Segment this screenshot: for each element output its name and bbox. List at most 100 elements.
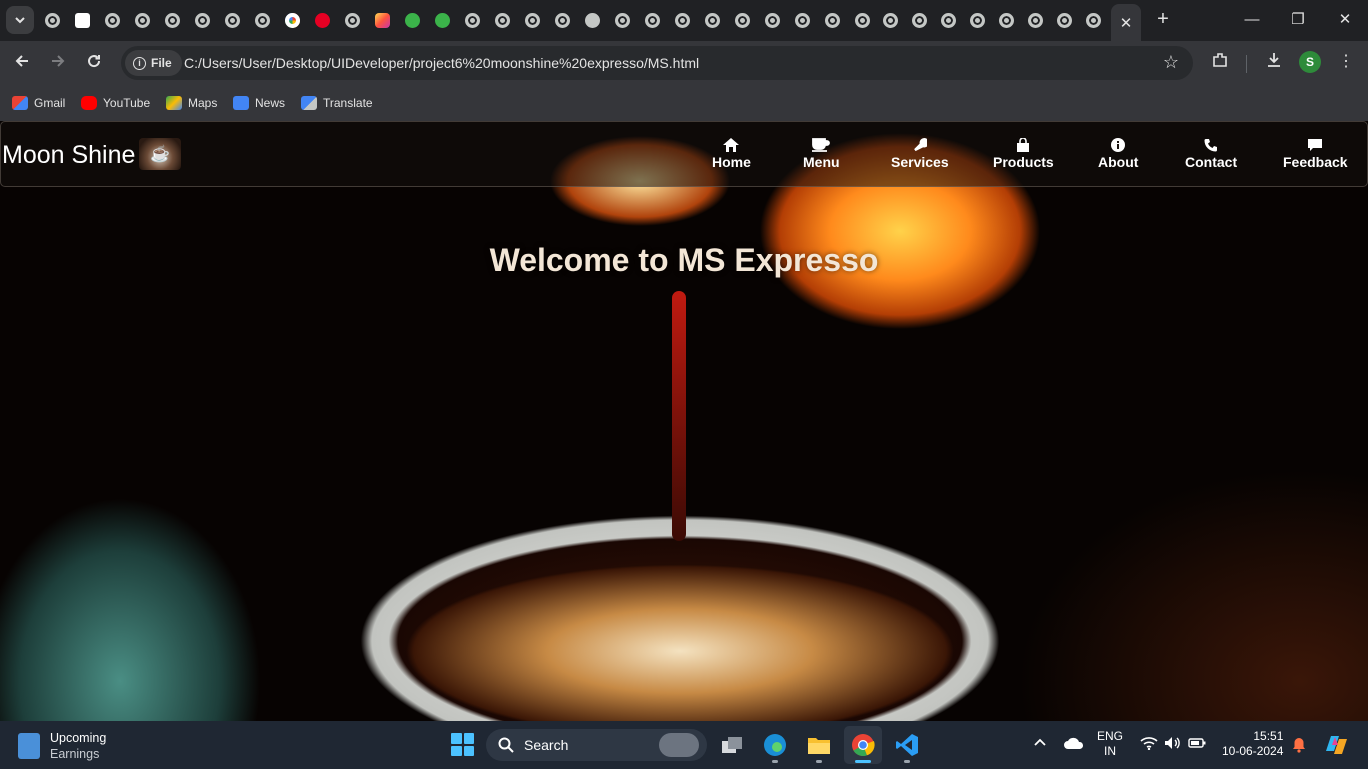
- reload-button[interactable]: [81, 50, 107, 76]
- tab[interactable]: [729, 8, 755, 32]
- clock[interactable]: 15:51 10-06-2024: [1222, 729, 1283, 759]
- edge-icon[interactable]: [756, 726, 794, 764]
- wifi-icon[interactable]: [1140, 736, 1158, 754]
- site-brand[interactable]: Moon Shine: [2, 141, 135, 170]
- site-info-chip[interactable]: i File: [125, 50, 182, 76]
- tab[interactable]: [964, 8, 990, 32]
- bookmark-youtube[interactable]: YouTube: [81, 93, 150, 113]
- tab[interactable]: [399, 8, 425, 32]
- tab[interactable]: [129, 8, 155, 32]
- taskbar-search[interactable]: Search: [486, 729, 707, 761]
- tab[interactable]: [249, 8, 275, 32]
- tab[interactable]: [877, 8, 903, 32]
- new-tab-button[interactable]: +: [1152, 8, 1174, 30]
- minimize-button[interactable]: —: [1237, 8, 1267, 32]
- tab-close-icon[interactable]: ✕: [1120, 14, 1133, 32]
- tab[interactable]: [189, 8, 215, 32]
- tab[interactable]: [489, 8, 515, 32]
- kebab-menu-icon[interactable]: ⋮: [1334, 51, 1358, 71]
- address-bar[interactable]: i File C:/Users/User/Desktop/UIDeveloper…: [121, 46, 1193, 80]
- nav-home[interactable]: Home: [712, 138, 751, 170]
- tab[interactable]: [579, 8, 605, 32]
- close-window-button[interactable]: ✕: [1330, 8, 1360, 32]
- onedrive-cloud-icon[interactable]: [1064, 737, 1084, 753]
- tab[interactable]: [639, 8, 665, 32]
- globe-icon: [254, 12, 270, 28]
- bookmark-maps[interactable]: Maps: [166, 93, 217, 113]
- tab[interactable]: [789, 8, 815, 32]
- tab[interactable]: [906, 8, 932, 32]
- bookmarks-bar: Gmail YouTube Maps News Translate: [0, 85, 1368, 121]
- reload-icon: [88, 55, 101, 68]
- green-app-icon: [404, 12, 420, 28]
- back-button[interactable]: [9, 50, 35, 76]
- chrome-icon[interactable]: [844, 726, 882, 764]
- tab-search-button[interactable]: [6, 6, 34, 34]
- chatgpt-icon: [74, 12, 90, 28]
- tab[interactable]: [159, 8, 185, 32]
- bookmark-gmail[interactable]: Gmail: [12, 93, 65, 113]
- tab[interactable]: [309, 8, 335, 32]
- language-code: ENG: [1097, 729, 1124, 743]
- tab[interactable]: [1022, 8, 1048, 32]
- nav-contact[interactable]: Contact: [1185, 138, 1237, 170]
- tab[interactable]: [369, 8, 395, 32]
- tab[interactable]: [549, 8, 575, 32]
- globe-icon: [494, 12, 510, 28]
- bookmark-translate[interactable]: Translate: [301, 93, 373, 113]
- tab[interactable]: [279, 8, 305, 32]
- tab[interactable]: [1051, 8, 1077, 32]
- download-icon[interactable]: [1262, 51, 1286, 74]
- green-app-icon: [434, 12, 450, 28]
- tab[interactable]: [669, 8, 695, 32]
- vscode-icon[interactable]: [888, 726, 926, 764]
- tab[interactable]: [759, 8, 785, 32]
- nav-feedback[interactable]: Feedback: [1283, 138, 1348, 170]
- chevron-up-icon[interactable]: [1033, 736, 1047, 751]
- restore-button[interactable]: ❐: [1283, 8, 1313, 32]
- globe-icon: [194, 12, 210, 28]
- browser-toolbar: i File C:/Users/User/Desktop/UIDeveloper…: [0, 41, 1368, 85]
- gmail-icon: [12, 96, 28, 110]
- nav-services[interactable]: Services: [891, 138, 949, 170]
- region-code: IN: [1104, 744, 1116, 758]
- bookmark-label: News: [255, 96, 286, 110]
- tab[interactable]: [69, 8, 95, 32]
- tab[interactable]: [935, 8, 961, 32]
- notification-bell-icon[interactable]: [1292, 737, 1306, 757]
- tab[interactable]: [1080, 8, 1106, 32]
- nav-label: Services: [891, 154, 949, 170]
- news-widget[interactable]: Upcoming Earnings: [18, 730, 106, 762]
- windows-start-icon[interactable]: [451, 733, 474, 756]
- tab[interactable]: [429, 8, 455, 32]
- info-icon: i: [133, 56, 146, 70]
- tab[interactable]: [339, 8, 365, 32]
- tab[interactable]: [993, 8, 1019, 32]
- volume-icon[interactable]: [1164, 736, 1182, 754]
- forward-button[interactable]: [45, 50, 71, 76]
- bookmark-news[interactable]: News: [233, 93, 285, 113]
- nav-about[interactable]: About: [1098, 138, 1138, 170]
- extensions-icon[interactable]: [1208, 51, 1232, 74]
- task-view-icon[interactable]: [713, 726, 751, 764]
- tab[interactable]: [219, 8, 245, 32]
- profile-avatar[interactable]: S: [1299, 51, 1321, 73]
- tab[interactable]: [99, 8, 125, 32]
- bookmark-star-icon[interactable]: ☆: [1163, 52, 1179, 73]
- copilot-icon[interactable]: [1322, 731, 1350, 763]
- nav-products[interactable]: Products: [993, 137, 1054, 170]
- battery-icon[interactable]: [1188, 737, 1206, 753]
- language-indicator[interactable]: ENG IN: [1097, 729, 1123, 759]
- tab[interactable]: [39, 8, 65, 32]
- tab[interactable]: [849, 8, 875, 32]
- tab[interactable]: [819, 8, 845, 32]
- url-text[interactable]: C:/Users/User/Desktop/UIDeveloper/projec…: [184, 55, 699, 71]
- active-tab[interactable]: ✕: [1111, 4, 1141, 41]
- file-explorer-icon[interactable]: [800, 726, 838, 764]
- nav-label: Products: [993, 154, 1054, 170]
- tab[interactable]: [519, 8, 545, 32]
- nav-menu[interactable]: Menu: [803, 138, 840, 170]
- tab[interactable]: [609, 8, 635, 32]
- tab[interactable]: [699, 8, 725, 32]
- tab[interactable]: [459, 8, 485, 32]
